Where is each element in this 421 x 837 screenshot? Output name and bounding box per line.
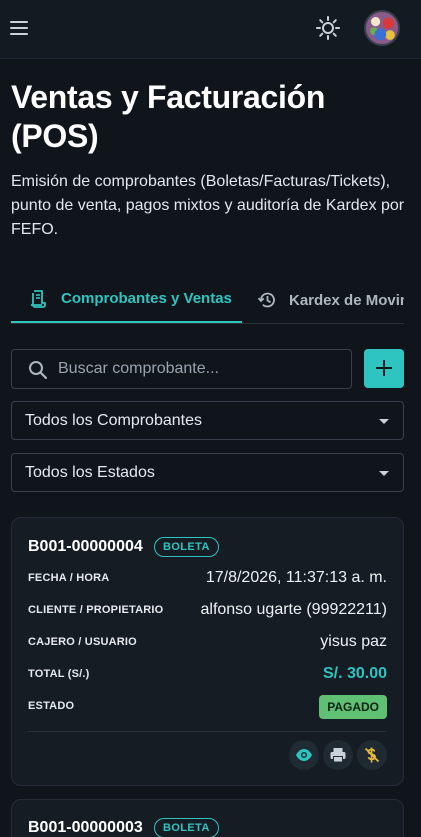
cashier-value: yisus paz bbox=[320, 633, 387, 650]
tab-label: Kardex de Movimientos bbox=[289, 291, 404, 309]
receipt-type-select[interactable]: Todos los Comprobantes bbox=[11, 401, 404, 440]
tabs: Comprobantes y Ventas Kardex de Movimien… bbox=[11, 276, 404, 324]
menu-icon[interactable] bbox=[6, 14, 32, 42]
view-button[interactable] bbox=[289, 740, 319, 770]
page-title: Ventas y Facturación (POS) bbox=[11, 79, 326, 154]
status-select[interactable]: Todos los Estados bbox=[11, 453, 404, 492]
select-value: Todos los Estados bbox=[25, 464, 155, 481]
chevron-down-icon bbox=[379, 471, 389, 476]
receipt-card: B001-00000004 BOLETA FECHA / HORA 17/8/2… bbox=[11, 517, 404, 786]
total-value: S/. 30.00 bbox=[322, 665, 387, 682]
status-badge: PAGADO bbox=[319, 695, 387, 719]
receipt-number: B001-00000003 bbox=[28, 819, 143, 836]
avatar[interactable] bbox=[364, 10, 400, 46]
chevron-down-icon bbox=[379, 419, 389, 424]
total-label: TOTAL (S/.) bbox=[28, 668, 90, 680]
search-input[interactable] bbox=[58, 350, 348, 388]
cashier-label: CAJERO / USUARIO bbox=[28, 636, 137, 648]
search-icon bbox=[28, 360, 48, 380]
client-value: alfonso ugarte (99922211) bbox=[200, 601, 387, 618]
sun-icon[interactable] bbox=[314, 14, 342, 42]
printer-icon bbox=[330, 748, 346, 763]
tab-comprobantes[interactable]: Comprobantes y Ventas bbox=[11, 276, 242, 323]
divider bbox=[28, 731, 387, 732]
tab-label: Comprobantes y Ventas bbox=[61, 290, 232, 307]
top-app-bar bbox=[0, 0, 421, 59]
receipt-icon bbox=[29, 289, 49, 309]
search-box[interactable] bbox=[11, 349, 352, 389]
select-value: Todos los Comprobantes bbox=[25, 412, 202, 429]
tab-kardex[interactable]: Kardex de Movimientos bbox=[257, 276, 404, 323]
eye-icon bbox=[296, 749, 312, 761]
page-description: Emisión de comprobantes (Boletas/Factura… bbox=[11, 173, 405, 238]
history-icon bbox=[257, 290, 277, 310]
client-label: CLIENTE / PROPIETARIO bbox=[28, 604, 164, 616]
receipt-type-badge: BOLETA bbox=[154, 537, 219, 557]
void-payment-button[interactable] bbox=[357, 740, 387, 770]
datetime-value: 17/8/2026, 11:37:13 a. m. bbox=[205, 569, 387, 586]
datetime-label: FECHA / HORA bbox=[28, 572, 110, 584]
receipt-type-badge: BOLETA bbox=[154, 818, 219, 837]
print-button[interactable] bbox=[323, 740, 353, 770]
money-off-icon bbox=[364, 747, 380, 763]
receipt-number: B001-00000004 bbox=[28, 538, 143, 555]
receipt-card: B001-00000003 BOLETA bbox=[11, 799, 404, 837]
status-label: ESTADO bbox=[28, 700, 75, 712]
add-receipt-button[interactable] bbox=[364, 349, 404, 388]
